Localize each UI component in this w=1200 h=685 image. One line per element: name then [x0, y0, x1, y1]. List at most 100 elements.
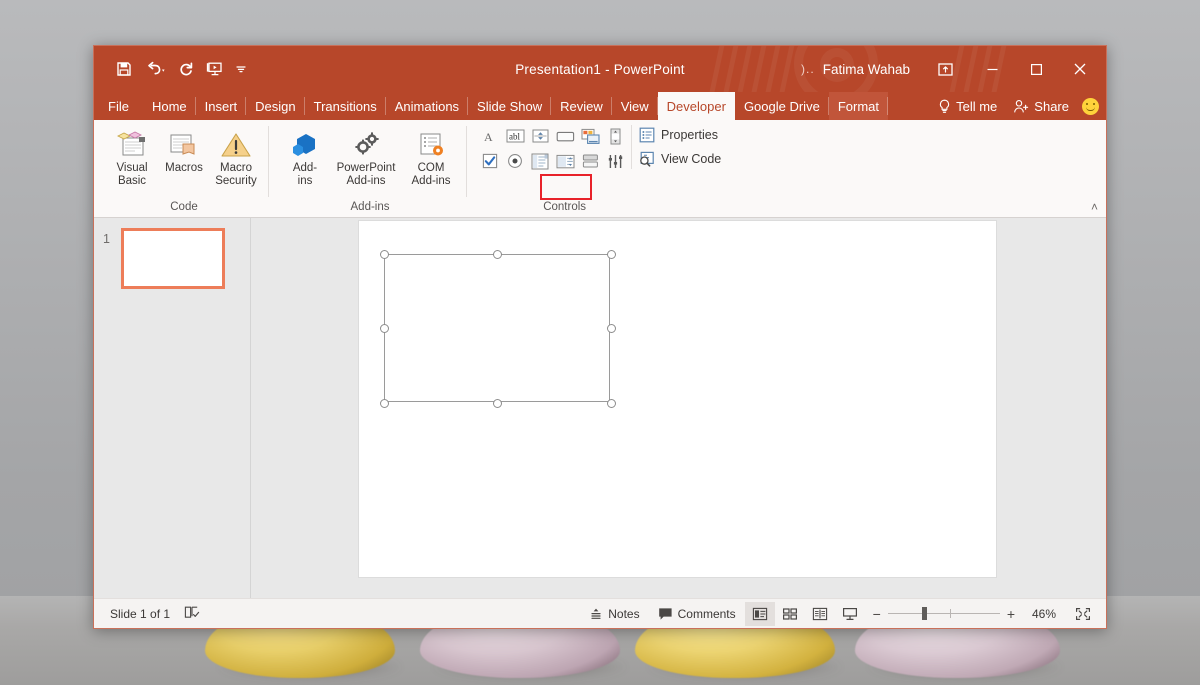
slide-count-label: Slide 1 of 1	[110, 607, 170, 621]
zoom-control[interactable]: − + 46%	[865, 606, 1064, 622]
properties-button[interactable]: Properties	[639, 127, 721, 143]
image-control-icon[interactable]	[580, 127, 600, 145]
combo-box-control-icon[interactable]	[555, 152, 575, 170]
account-ellipsis: )..	[801, 62, 815, 76]
comments-button[interactable]: Comments	[649, 602, 745, 626]
resize-handle-middle-left[interactable]	[380, 324, 389, 333]
list-box-control-icon[interactable]	[530, 152, 550, 170]
controls-commands: Properties View Code	[629, 127, 721, 167]
fit-slide-to-window-button[interactable]	[1068, 602, 1098, 626]
zoom-slider-thumb[interactable]	[922, 607, 927, 620]
resize-handle-top-right[interactable]	[607, 250, 616, 259]
start-presentation-icon[interactable]	[202, 56, 228, 82]
view-code-label: View Code	[661, 152, 721, 166]
fit-slide-to-window-icon	[1075, 607, 1091, 621]
tab-strip-right: Tell me Share	[931, 92, 1106, 120]
zoom-slider-track[interactable]	[888, 613, 1000, 614]
add-ins-button[interactable]: Add- ins	[280, 126, 330, 187]
properties-icon	[639, 127, 655, 143]
tab-view[interactable]: View	[612, 92, 658, 120]
macros-icon	[168, 128, 200, 160]
more-controls-icon[interactable]	[605, 152, 625, 170]
quick-access-toolbar[interactable]	[94, 56, 251, 82]
resize-handle-top-center[interactable]	[493, 250, 502, 259]
slide-sorter-button[interactable]	[775, 602, 805, 626]
thumbnail-list-item[interactable]: 1	[94, 228, 250, 289]
resize-handle-bottom-left[interactable]	[380, 399, 389, 408]
macro-security-label-2: Security	[215, 175, 257, 187]
powerpoint-add-ins-label-1: PowerPoint	[337, 162, 396, 174]
zoom-in-button[interactable]: +	[1007, 606, 1015, 622]
tab-developer[interactable]: Developer	[658, 92, 735, 120]
redo-icon[interactable]	[173, 56, 199, 82]
toggle-button-control-icon[interactable]	[580, 152, 600, 170]
ribbon-tab-strip[interactable]: File Home Insert Design Transitions Anim…	[94, 92, 1106, 120]
slide-thumbnail-pane[interactable]: 1	[94, 218, 251, 598]
powerpoint-window: Presentation1 - PowerPoint ).. Fatima Wa…	[93, 45, 1107, 629]
tab-review[interactable]: Review	[551, 92, 612, 120]
comments-icon	[658, 607, 673, 621]
normal-view-button[interactable]	[745, 602, 775, 626]
notes-icon	[589, 607, 603, 621]
tell-me-button[interactable]: Tell me	[931, 99, 1004, 114]
macro-security-button[interactable]: Macro Security	[210, 126, 262, 187]
collapse-ribbon-button[interactable]: ˄	[1091, 200, 1098, 214]
thumbnail-slide-1[interactable]	[121, 228, 225, 289]
undo-icon[interactable]	[140, 56, 170, 82]
label-control-icon[interactable]: A	[480, 127, 500, 145]
scroll-bar-control-icon[interactable]	[605, 127, 625, 145]
tab-animations[interactable]: Animations	[386, 92, 468, 120]
tab-design[interactable]: Design	[246, 92, 304, 120]
resize-handle-bottom-right[interactable]	[607, 399, 616, 408]
zoom-out-button[interactable]: −	[873, 606, 881, 622]
selected-rectangle-shape[interactable]	[384, 254, 610, 402]
minimize-button[interactable]	[970, 46, 1014, 92]
accessibility-checker-icon[interactable]	[184, 605, 200, 622]
feedback-smiley-icon[interactable]	[1082, 98, 1099, 115]
reading-view-button[interactable]	[805, 602, 835, 626]
share-person-icon	[1013, 99, 1029, 114]
maximize-button[interactable]	[1014, 46, 1058, 92]
share-button[interactable]: Share	[1006, 99, 1076, 114]
tab-format[interactable]: Format	[829, 92, 888, 120]
normal-view-icon	[752, 607, 768, 621]
text-box-control-icon[interactable]: abl	[505, 127, 525, 145]
powerpoint-add-ins-button[interactable]: PowerPoint Add-ins	[330, 126, 402, 187]
ribbon-display-options-icon[interactable]	[926, 46, 964, 92]
slide-show-button[interactable]	[835, 602, 865, 626]
svg-text:A: A	[484, 130, 493, 144]
check-box-control-icon[interactable]	[480, 152, 500, 170]
com-add-ins-button[interactable]: COM Add-ins	[402, 126, 460, 187]
save-icon[interactable]	[111, 56, 137, 82]
visual-basic-button[interactable]: Visual Basic	[106, 126, 158, 187]
tab-google-drive[interactable]: Google Drive	[735, 92, 829, 120]
view-code-icon	[639, 151, 655, 167]
controls-row-2	[480, 152, 625, 170]
spin-button-control-icon[interactable]	[530, 127, 550, 145]
command-button-control-icon[interactable]	[555, 127, 575, 145]
ribbon-group-controls: A abl	[466, 120, 727, 217]
status-bar-left: Slide 1 of 1	[102, 605, 200, 622]
customize-qat-icon[interactable]	[231, 56, 251, 82]
tab-insert[interactable]: Insert	[196, 92, 247, 120]
controls-icon-grid: A abl	[480, 127, 625, 170]
close-button[interactable]	[1058, 46, 1102, 92]
macros-button[interactable]: Macros	[158, 126, 210, 175]
resize-handle-middle-right[interactable]	[607, 324, 616, 333]
tab-home[interactable]: Home	[143, 92, 196, 120]
resize-handle-top-left[interactable]	[380, 250, 389, 259]
resize-handle-bottom-center[interactable]	[493, 399, 502, 408]
slide-editing-pane[interactable]	[251, 218, 1106, 598]
slide-canvas[interactable]	[358, 220, 997, 578]
view-code-button[interactable]: View Code	[639, 151, 721, 167]
tab-file[interactable]: File	[94, 92, 143, 120]
option-button-control-icon[interactable]	[505, 152, 525, 170]
ribbon: Visual Basic Mac	[94, 120, 1106, 218]
tab-slide-show[interactable]: Slide Show	[468, 92, 551, 120]
notes-button[interactable]: Notes	[580, 602, 648, 626]
visual-basic-icon	[116, 128, 148, 160]
tab-transitions[interactable]: Transitions	[305, 92, 386, 120]
zoom-slider-tick	[950, 609, 951, 618]
share-label: Share	[1034, 99, 1069, 114]
status-bar-right: Notes Comments	[580, 602, 1098, 626]
